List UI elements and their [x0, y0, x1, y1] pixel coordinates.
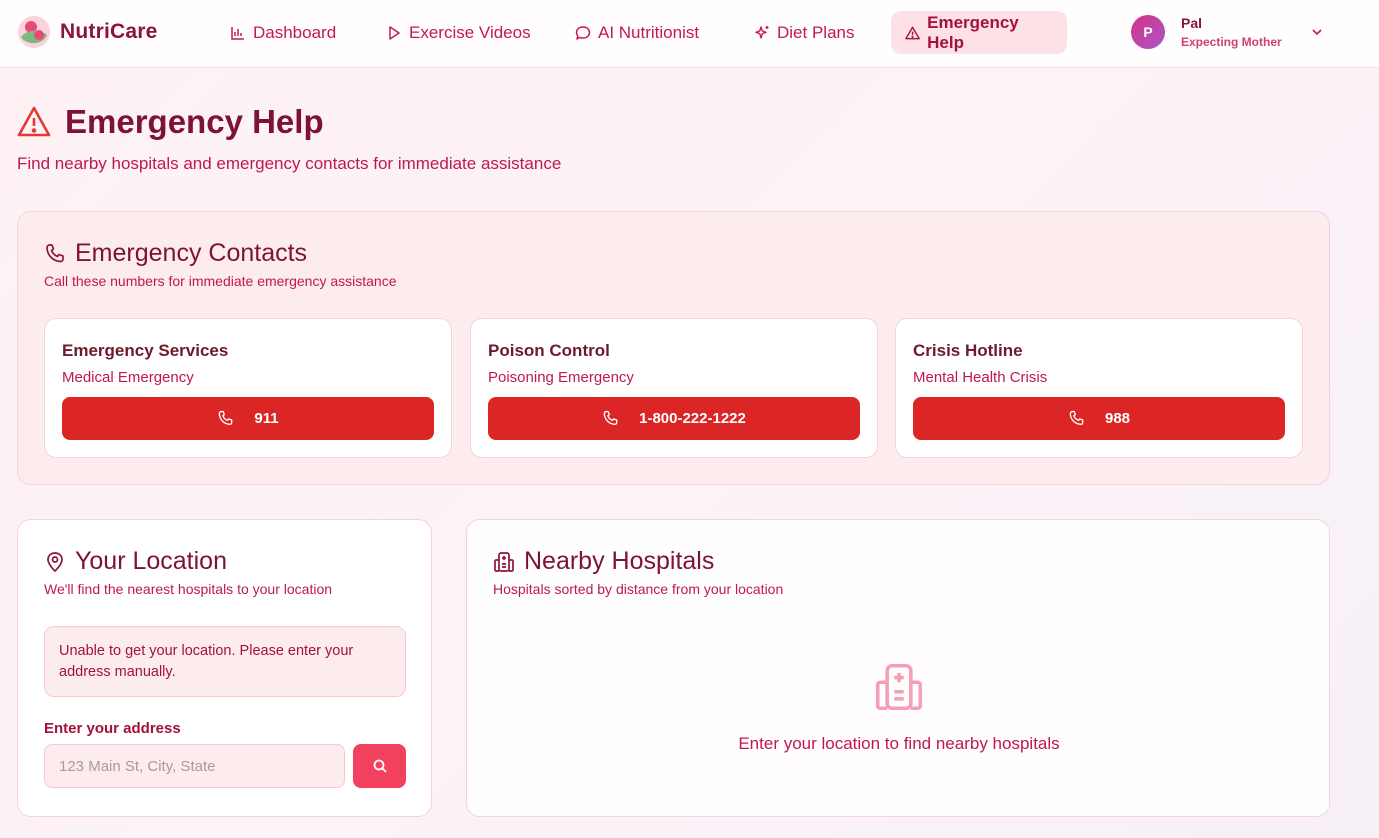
phone-icon	[603, 410, 618, 425]
brand-name: NutriCare	[60, 20, 158, 43]
page-title-text: Emergency Help	[65, 103, 324, 140]
nav-exercise-videos[interactable]: Exercise Videos	[372, 11, 545, 54]
address-input[interactable]	[44, 744, 345, 788]
contact-name: Crisis Hotline	[913, 341, 1023, 360]
emergency-contacts-card: Emergency Contacts Call these numbers fo…	[17, 211, 1330, 485]
call-number: 988	[1104, 410, 1131, 427]
contact-type: Poisoning Emergency	[488, 369, 634, 386]
contact-card-emergency-services: Emergency Services Medical Emergency 911	[44, 318, 452, 458]
location-error-alert: Unable to get your location. Please ente…	[44, 626, 406, 697]
contacts-subtitle: Call these numbers for immediate emergen…	[44, 273, 397, 289]
user-menu[interactable]: P Pal Expecting Mother	[1131, 15, 1324, 49]
location-title: Your Location	[75, 547, 227, 575]
nav-diet-plans[interactable]: Diet Plans	[740, 11, 868, 54]
nav-ai-nutritionist[interactable]: AI Nutritionist	[561, 11, 713, 54]
avatar: P	[1131, 15, 1165, 49]
alert-triangle-icon	[17, 106, 51, 137]
nav-emergency-help-label: Emergency Help	[927, 12, 1019, 52]
contacts-header: Emergency Contacts	[44, 239, 307, 268]
user-role: Expecting Mother	[1181, 35, 1282, 49]
phone-icon	[46, 243, 64, 262]
sparkles-icon	[755, 25, 769, 39]
chevron-down-icon[interactable]	[1310, 25, 1324, 39]
contact-type: Medical Emergency	[62, 369, 194, 386]
phone-icon	[1069, 410, 1084, 425]
call-988-button[interactable]: 988	[913, 397, 1285, 440]
contact-name: Poison Control	[488, 341, 610, 360]
hospitals-subtitle: Hospitals sorted by distance from your l…	[493, 581, 784, 597]
hospital-icon	[494, 551, 514, 572]
contact-card-poison-control: Poison Control Poisoning Emergency 1-800…	[470, 318, 878, 458]
nav-dashboard-label: Dashboard	[253, 22, 337, 42]
chat-bubble-icon	[575, 25, 591, 40]
location-subtitle: We'll find the nearest hospitals to your…	[44, 581, 333, 597]
hospitals-title: Nearby Hospitals	[524, 547, 715, 575]
hospital-icon	[875, 663, 923, 711]
hospitals-header: Nearby Hospitals	[493, 547, 714, 576]
nav-exercise-videos-label: Exercise Videos	[409, 22, 531, 42]
top-navbar: NutriCare Dashboard Exercise Videos AI N…	[0, 0, 1379, 68]
user-info: Pal Expecting Mother	[1181, 15, 1282, 49]
nearby-hospitals-card: Nearby Hospitals Hospitals sorted by dis…	[466, 519, 1330, 817]
call-number: 1-800-222-1222	[639, 410, 746, 427]
phone-icon	[219, 410, 233, 425]
call-number: 911	[254, 410, 279, 427]
contact-type: Mental Health Crisis	[913, 369, 1048, 386]
call-911-button[interactable]: 911	[62, 397, 434, 440]
address-label: Enter your address	[44, 720, 181, 737]
location-header: Your Location	[44, 547, 227, 576]
search-address-button[interactable]	[353, 744, 406, 788]
contact-name: Emergency Services	[62, 341, 229, 360]
nutricare-logo-icon	[18, 16, 50, 48]
contacts-title: Emergency Contacts	[75, 239, 308, 267]
nav-ai-nutritionist-label: AI Nutritionist	[598, 22, 700, 42]
map-pin-icon	[47, 551, 63, 572]
page-subtitle: Find nearby hospitals and emergency cont…	[17, 154, 562, 173]
nav-emergency-help[interactable]: Emergency Help	[891, 11, 1067, 54]
nav-dashboard[interactable]: Dashboard	[216, 11, 350, 54]
call-poison-control-button[interactable]: 1-800-222-1222	[488, 397, 860, 440]
contact-card-crisis-hotline: Crisis Hotline Mental Health Crisis 988	[895, 318, 1303, 458]
play-icon	[389, 25, 400, 40]
bar-chart-icon	[231, 26, 244, 40]
your-location-card: Your Location We'll find the nearest hos…	[17, 519, 432, 817]
alert-triangle-icon	[905, 26, 920, 39]
nav-diet-plans-label: Diet Plans	[777, 22, 855, 42]
search-icon	[373, 759, 387, 773]
brand[interactable]: NutriCare	[17, 15, 158, 49]
user-name: Pal	[1181, 15, 1203, 31]
page-title: Emergency Help	[17, 103, 324, 141]
hospitals-empty-text: Enter your location to find nearby hospi…	[738, 734, 1060, 753]
